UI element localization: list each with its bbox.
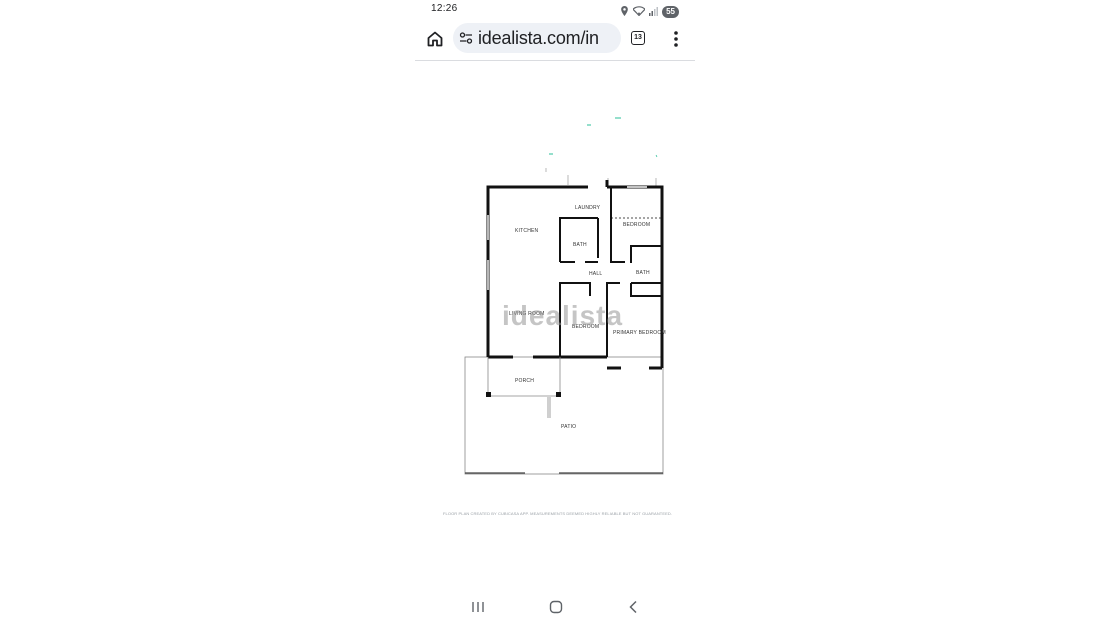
room-label-kitchen: KITCHEN	[515, 228, 539, 234]
phone-screen: 12:26 55 idealista.com/in 13 LAUNDRY KIT…	[415, 0, 695, 626]
home-icon	[427, 31, 443, 47]
room-label-bath-left: BATH	[573, 242, 587, 248]
floor-plan-drawing	[464, 117, 664, 475]
tab-switcher-button[interactable]: 13	[630, 30, 648, 48]
floor-plan-image: LAUNDRY KITCHEN BEDROOM BATH HALL BATH L…	[455, 100, 685, 480]
room-label-porch: PORCH	[515, 378, 535, 384]
room-label-bedroom-top: BEDROOM	[623, 222, 651, 228]
room-label-hall: HALL	[589, 271, 603, 277]
home-nav-icon	[549, 600, 563, 614]
system-nav-bar	[415, 592, 695, 622]
home-nav-button[interactable]	[548, 599, 564, 615]
more-options-button[interactable]	[669, 28, 683, 50]
browser-toolbar: idealista.com/in 13	[415, 20, 695, 58]
site-settings-icon[interactable]	[459, 31, 473, 45]
recent-apps-icon	[472, 602, 484, 612]
floor-plan-credit: FLOOR PLAN CREATED BY CUBICASA APP. MEAS…	[443, 511, 673, 516]
back-icon	[629, 600, 637, 614]
address-bar[interactable]: idealista.com/in	[453, 23, 621, 53]
recent-apps-button[interactable]	[470, 599, 486, 615]
idealista-watermark: idealista	[502, 300, 624, 331]
room-label-bath-right: BATH	[636, 270, 650, 276]
toolbar-divider	[415, 60, 695, 61]
room-label-patio: PATIO	[561, 424, 577, 430]
more-vert-icon	[674, 31, 678, 47]
url-text[interactable]: idealista.com/in	[478, 28, 599, 49]
back-button[interactable]	[626, 599, 642, 615]
wifi-icon	[632, 3, 646, 21]
signal-icon	[649, 3, 659, 21]
tabs-icon: 13	[631, 31, 645, 45]
status-icons: 55	[620, 3, 679, 21]
room-label-laundry: LAUNDRY	[575, 205, 601, 211]
location-icon	[620, 3, 629, 21]
home-button[interactable]	[425, 29, 445, 49]
status-time: 12:26	[431, 3, 458, 14]
status-bar: 12:26 55	[415, 0, 695, 18]
battery-indicator: 55	[662, 6, 679, 18]
